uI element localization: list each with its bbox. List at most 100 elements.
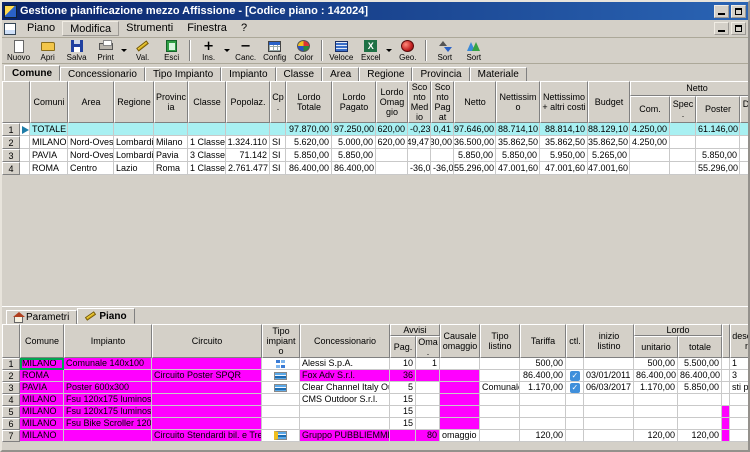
- oma-cell[interactable]: [416, 406, 440, 418]
- classe-cell[interactable]: 1 Classe: [188, 136, 226, 149]
- comune-cell[interactable]: MILANO: [20, 394, 64, 406]
- row-number-cell[interactable]: 7: [2, 430, 20, 442]
- column-header-regione[interactable]: Regione: [114, 81, 154, 123]
- row-number-cell[interactable]: 2: [2, 136, 20, 149]
- concessionario-cell[interactable]: [300, 406, 390, 418]
- impianto-cell[interactable]: Fsu 120x175 luminosi: [64, 394, 152, 406]
- cp-cell[interactable]: [270, 123, 286, 136]
- column-header-sconto_pagato[interactable]: Sconto Pagat: [431, 81, 454, 123]
- circuito-cell[interactable]: Circuito Stendardi bil. e Trespoli tot.: [152, 430, 262, 442]
- ctl-cell[interactable]: [566, 430, 584, 442]
- comuni-cell[interactable]: TOTALE: [30, 123, 68, 136]
- classe-cell[interactable]: 1 Classe: [188, 162, 226, 175]
- column-header-nettissimo[interactable]: Nettissimo: [496, 81, 540, 123]
- menu-piano[interactable]: Piano: [20, 21, 62, 36]
- descrizione-cell[interactable]: [730, 430, 750, 442]
- tipo_listino-cell[interactable]: Comunale: [480, 382, 520, 394]
- extra-cell[interactable]: [722, 358, 730, 370]
- column-header-oma[interactable]: Oma.: [416, 336, 440, 358]
- toolbar-button-print-3[interactable]: Print: [91, 38, 120, 63]
- lordo_totale-cell[interactable]: 5.620,00: [286, 136, 332, 149]
- nettissimo_altri-cell[interactable]: 47.001,60: [540, 162, 588, 175]
- comuni-cell[interactable]: PAVIA: [30, 149, 68, 162]
- lordo_omaggio-cell[interactable]: 620,00: [376, 136, 408, 149]
- lordo_totale-cell[interactable]: 86.400,00: [286, 162, 332, 175]
- comune-cell[interactable]: MILANO: [20, 358, 64, 370]
- column-header-concessionario[interactable]: Concessionario: [300, 324, 390, 358]
- descrizione-cell[interactable]: 3: [730, 370, 750, 382]
- extra-cell[interactable]: [722, 382, 730, 394]
- inizio_listino-cell[interactable]: [584, 394, 634, 406]
- mdi-minimize-button[interactable]: [714, 22, 729, 35]
- lordo_pagato-cell[interactable]: 5.850,00: [332, 149, 376, 162]
- menu-strumenti[interactable]: Strumenti: [119, 21, 180, 36]
- column-header-lordo_group[interactable]: Lordo: [634, 324, 722, 336]
- tipo_impianto-cell[interactable]: [262, 382, 300, 394]
- menu-modifica[interactable]: Modifica: [62, 21, 119, 36]
- tariffa-cell[interactable]: [520, 394, 566, 406]
- tariffa-cell[interactable]: [520, 418, 566, 430]
- budget-cell[interactable]: 88.129,10: [588, 123, 630, 136]
- inizio_listino-cell[interactable]: [584, 430, 634, 442]
- nettissimo-cell[interactable]: 47.001,60: [496, 162, 540, 175]
- impianto-cell[interactable]: Fsu 120x175 luminosi: [64, 406, 152, 418]
- row-number-cell[interactable]: 6: [2, 418, 20, 430]
- causale-cell[interactable]: [440, 370, 480, 382]
- inizio_listino-cell[interactable]: 03/01/2011: [584, 370, 634, 382]
- menu-help[interactable]: ?: [234, 21, 254, 36]
- column-header-sconto_medio[interactable]: Sconto Medio: [408, 81, 431, 123]
- totale-cell[interactable]: [678, 406, 722, 418]
- comune-cell[interactable]: MILANO: [20, 430, 64, 442]
- column-header-lordo_omaggio[interactable]: Lordo Omaggio: [376, 81, 408, 123]
- column-header-popolaz[interactable]: Popolaz.: [226, 81, 270, 123]
- comune-cell[interactable]: ROMA: [20, 370, 64, 382]
- netto_com-cell[interactable]: 4.250,00: [630, 123, 670, 136]
- column-header-netto_com[interactable]: Com.: [630, 96, 670, 123]
- unitario-cell[interactable]: [634, 418, 678, 430]
- sconto_medio-cell[interactable]: 549,47: [408, 136, 431, 149]
- toolbar-button-apri-1[interactable]: Apri: [33, 38, 62, 63]
- impianto-cell[interactable]: Poster 600x300: [64, 382, 152, 394]
- column-header-tipo_listino[interactable]: Tipo listino: [480, 324, 520, 358]
- circuito-cell[interactable]: [152, 358, 262, 370]
- netto-cell[interactable]: 55.296,00: [454, 162, 496, 175]
- column-header-netto_poster[interactable]: Poster: [696, 96, 740, 123]
- lordo_omaggio-cell[interactable]: 620,00: [376, 123, 408, 136]
- provincia-cell[interactable]: Roma: [154, 162, 188, 175]
- column-header-ctl[interactable]: ctl.: [566, 324, 584, 358]
- toolbar-button-geo-12[interactable]: Geo.: [393, 38, 422, 63]
- budget-cell[interactable]: 5.265,00: [588, 149, 630, 162]
- pag-cell[interactable]: 5: [390, 382, 416, 394]
- pag-cell[interactable]: 10: [390, 358, 416, 370]
- sconto_medio-cell[interactable]: -0,23: [408, 123, 431, 136]
- netto_dinar-cell[interactable]: [740, 123, 750, 136]
- lordo_totale-cell[interactable]: 97.870,00: [286, 123, 332, 136]
- provincia-cell[interactable]: Pavia: [154, 149, 188, 162]
- minimize-button[interactable]: [714, 5, 729, 18]
- concessionario-cell[interactable]: CMS Outdoor S.r.l.: [300, 394, 390, 406]
- oma-cell[interactable]: [416, 394, 440, 406]
- column-header-tipo_impianto[interactable]: Tipo impianto: [262, 324, 300, 358]
- row-number-cell[interactable]: 2: [2, 370, 20, 382]
- column-header-causale[interactable]: Causale omaggio: [440, 324, 480, 358]
- toolbar-button-esci-5[interactable]: Esci: [157, 38, 186, 63]
- inizio_listino-cell[interactable]: [584, 358, 634, 370]
- column-header-inizio_listino[interactable]: inizio listino: [584, 324, 634, 358]
- pag-cell[interactable]: 15: [390, 418, 416, 430]
- netto_poster-cell[interactable]: [696, 136, 740, 149]
- nettissimo-cell[interactable]: 5.850,00: [496, 149, 540, 162]
- tab-regione[interactable]: Regione: [359, 67, 412, 81]
- regione-cell[interactable]: Lazio: [114, 162, 154, 175]
- regione-cell[interactable]: Lombardia: [114, 136, 154, 149]
- circuito-cell[interactable]: [152, 394, 262, 406]
- unitario-cell[interactable]: 120,00: [634, 430, 678, 442]
- tariffa-cell[interactable]: 120,00: [520, 430, 566, 442]
- toolbar-button-canc-7[interactable]: −Canc.: [231, 38, 260, 63]
- netto-cell[interactable]: 97.646,00: [454, 123, 496, 136]
- column-header-avvisi_group[interactable]: Avvisi: [390, 324, 440, 336]
- extra-cell[interactable]: [722, 370, 730, 382]
- toolbar-button-veloce-10[interactable]: Veloce: [326, 38, 356, 63]
- toolbar-button-color-9[interactable]: Color: [289, 38, 318, 63]
- classe-cell[interactable]: 3 Classe: [188, 149, 226, 162]
- popolaz-cell[interactable]: [226, 123, 270, 136]
